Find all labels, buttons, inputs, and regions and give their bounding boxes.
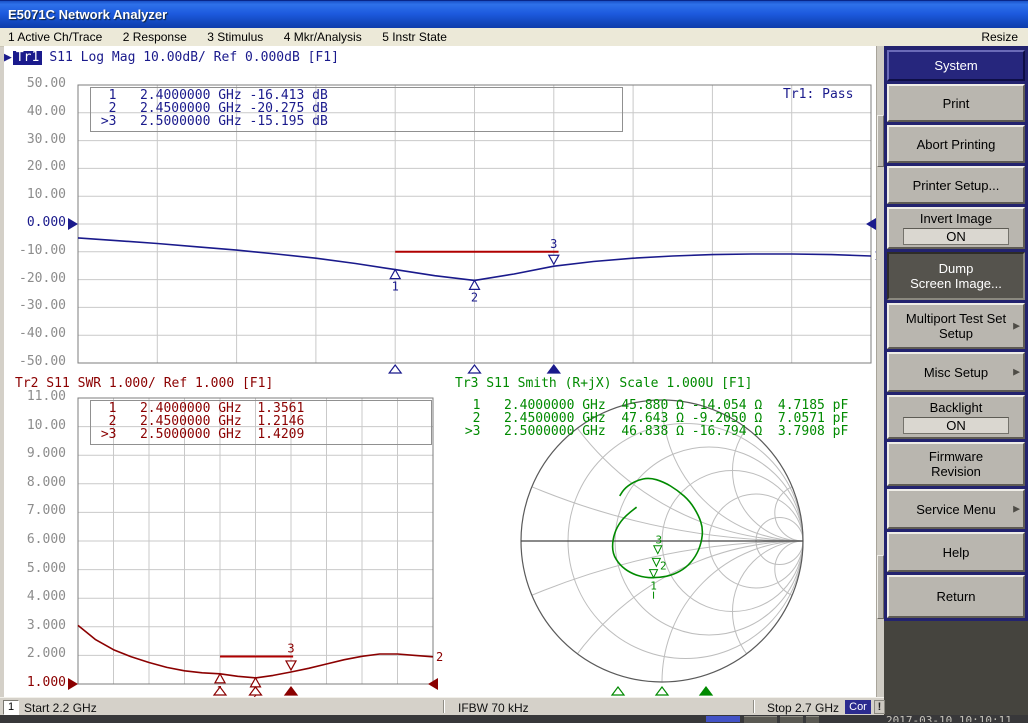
softkey-label: Setup [939, 326, 973, 341]
softkey-state-value: ON [903, 417, 1009, 434]
softkey-invert-image[interactable]: Invert Image ON [887, 207, 1025, 249]
menu-instr-state[interactable]: 5 Instr State [374, 28, 455, 46]
tr2-marker-row: >3 2.5000000 GHz 1.4209 [93, 428, 429, 441]
system-strip-segment [780, 716, 803, 723]
y-axis-tick-label: -30.00 [4, 299, 66, 313]
display-area [4, 46, 876, 697]
stop-frequency: Stop 2.7 GHz [767, 701, 839, 715]
softkey-return[interactable]: Return [887, 575, 1025, 618]
system-strip-segment [744, 716, 777, 723]
menu-active-ch-trace[interactable]: 1 Active Ch/Trace [0, 28, 110, 46]
softkey-label: Backlight [930, 400, 983, 415]
y-axis-tick-label: 10.00 [4, 188, 66, 202]
divider-handle[interactable] [877, 555, 884, 619]
y-axis-tick-label: 8.000 [4, 476, 66, 490]
submenu-arrow-icon: ▶ [1013, 502, 1020, 517]
softkey-system[interactable]: System [887, 50, 1025, 81]
softkey-label: Revision [931, 464, 981, 479]
y-axis-tick-label: 30.00 [4, 133, 66, 147]
menu-mkr-analysis[interactable]: 4 Mkr/Analysis [276, 28, 370, 46]
softkey-label: Printer Setup... [913, 178, 1000, 193]
softkey-label: Service Menu [916, 502, 995, 517]
softkey-backlight[interactable]: Backlight ON [887, 395, 1025, 439]
tr2-marker-table: 1 2.4000000 GHz 1.3561 2 2.4500000 GHz 1… [90, 400, 432, 445]
resize-control[interactable]: Resize [981, 30, 1018, 44]
softkey-misc-setup[interactable]: Misc Setup ▶ [887, 352, 1025, 392]
tr1-marker-row: >3 2.5000000 GHz -15.195 dB [93, 115, 620, 128]
window-title: E5071C Network Analyzer [8, 7, 167, 22]
active-trace-indicator-icon: ▶ [4, 51, 12, 65]
tr3-header: Tr3 S11 Smith (R+jX) Scale 1.000U [F1] [455, 376, 752, 391]
system-strip-segment [706, 716, 740, 722]
y-axis-tick-label: 11.00 [4, 390, 66, 404]
softkey-label: Misc Setup [924, 365, 988, 380]
y-axis-tick-label: 10.00 [4, 419, 66, 433]
system-strip-segment [806, 716, 819, 723]
y-axis-tick-label: 4.000 [4, 590, 66, 604]
alert-badge: ! [874, 700, 885, 714]
softkey-label: Print [943, 96, 970, 111]
softkey-empty-area [884, 621, 1028, 715]
y-axis-tick-label: -10.00 [4, 244, 66, 258]
softkey-label: System [934, 58, 977, 73]
title-bar: E5071C Network Analyzer [0, 0, 1028, 29]
softkey-label: Firmware [929, 449, 983, 464]
submenu-arrow-icon: ▶ [1013, 365, 1020, 380]
softkey-panel: System Print Abort Printing Printer Setup..… [884, 46, 1028, 715]
y-axis-tick-label: 0.000 [4, 216, 66, 230]
status-divider [753, 700, 755, 713]
y-axis-tick-label: 20.00 [4, 160, 66, 174]
softkey-abort-printing[interactable]: Abort Printing [887, 125, 1025, 163]
y-axis-tick-label: 1.000 [4, 676, 66, 690]
y-axis-tick-label: 6.000 [4, 533, 66, 547]
divider-handle[interactable] [877, 115, 884, 167]
softkey-dump-screen-image[interactable]: DumpScreen Image... [887, 252, 1025, 300]
system-clock: 2017-03-10 10:10:11 [886, 715, 1026, 722]
y-axis-tick-label: 3.000 [4, 619, 66, 633]
bottom-system-strip: 2017-03-10 10:10:11 [0, 715, 1028, 723]
y-axis-tick-label: -20.00 [4, 272, 66, 286]
softkey-firmware-revision[interactable]: FirmwareRevision [887, 442, 1025, 486]
softkey-print[interactable]: Print [887, 84, 1025, 122]
y-axis-tick-label: 2.000 [4, 647, 66, 661]
softkey-printer-setup[interactable]: Printer Setup... [887, 166, 1025, 204]
y-axis-tick-label: 5.000 [4, 562, 66, 576]
tr1-tag[interactable]: Tr1 [13, 51, 42, 65]
softkey-label: Help [943, 545, 970, 560]
y-axis-tick-label: 50.00 [4, 77, 66, 91]
tr1-header: ▶ Tr1 S11 Log Mag 10.00dB/ Ref 0.000dB [… [4, 51, 339, 65]
tr1-marker-table: 1 2.4000000 GHz -16.413 dB 2 2.4500000 G… [90, 87, 623, 132]
status-divider [443, 700, 445, 713]
softkey-label: Multiport Test Set [906, 311, 1006, 326]
tr3-marker-table: 1 2.4000000 GHz 45.880 Ω -14.054 Ω 4.718… [457, 399, 848, 438]
tr1-format-label: S11 Log Mag 10.00dB/ Ref 0.000dB [F1] [49, 51, 339, 65]
instrument-screen: E5071C Network Analyzer 1 Active Ch/Trac… [0, 0, 1028, 723]
tr3-marker-row: >3 2.5000000 GHz 46.838 Ω -16.794 Ω 3.79… [457, 425, 848, 438]
softkey-state-value: ON [903, 228, 1009, 245]
softkey-label: Screen Image... [910, 276, 1002, 291]
submenu-arrow-icon: ▶ [1013, 319, 1020, 334]
softkey-label: Abort Printing [917, 137, 996, 152]
status-bar: 1 Start 2.2 GHz IFBW 70 kHz Stop 2.7 GHz… [0, 697, 884, 716]
correction-badge: Cor [845, 700, 871, 714]
channel-number-box: 1 [3, 700, 19, 715]
menu-bar: 1 Active Ch/Trace 2 Response 3 Stimulus … [0, 28, 1028, 47]
softkey-multiport-test-set-setup[interactable]: Multiport Test SetSetup ▶ [887, 303, 1025, 349]
start-frequency: Start 2.2 GHz [24, 701, 97, 715]
softkey-label: Dump [939, 261, 974, 276]
softkey-label: Return [936, 589, 975, 604]
softkey-help[interactable]: Help [887, 532, 1025, 572]
y-axis-tick-label: -50.00 [4, 355, 66, 369]
tr1-limit-status: Tr1: Pass [783, 87, 853, 102]
menu-stimulus[interactable]: 3 Stimulus [199, 28, 271, 46]
softkey-service-menu[interactable]: Service Menu ▶ [887, 489, 1025, 529]
softkey-label: Invert Image [920, 211, 992, 226]
menu-response[interactable]: 2 Response [115, 28, 195, 46]
y-axis-tick-label: 7.000 [4, 504, 66, 518]
ifbw-value: IFBW 70 kHz [458, 701, 529, 715]
y-axis-tick-label: -40.00 [4, 327, 66, 341]
y-axis-tick-label: 9.000 [4, 447, 66, 461]
y-axis-tick-label: 40.00 [4, 105, 66, 119]
